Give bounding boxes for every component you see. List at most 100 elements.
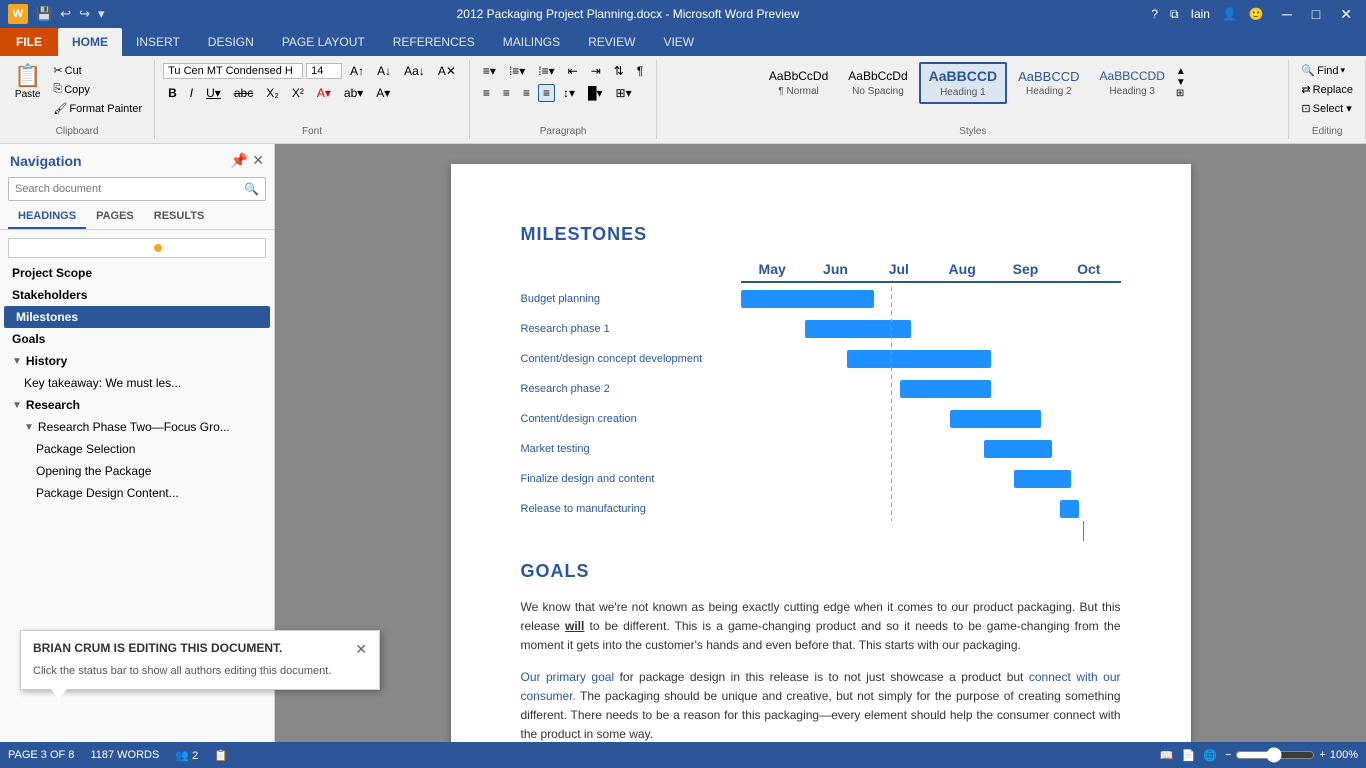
justify-button[interactable]: ≡ bbox=[538, 84, 555, 102]
borders-button[interactable]: ⊞▾ bbox=[611, 84, 637, 102]
styles-up-icon[interactable]: ▲ bbox=[1176, 66, 1186, 77]
nav-item-key-takeaway[interactable]: Key takeaway: We must les... bbox=[0, 372, 274, 394]
style-heading2[interactable]: AaBBCCD Heading 2 bbox=[1009, 64, 1088, 103]
view-mode-print-icon[interactable]: 📄 bbox=[1182, 749, 1196, 762]
highlight-button[interactable]: ab▾ bbox=[339, 84, 368, 102]
find-button[interactable]: 🔍 Find ▾ bbox=[1297, 62, 1349, 79]
clear-format-button[interactable]: A✕ bbox=[433, 62, 461, 80]
tab-home[interactable]: HOME bbox=[58, 28, 122, 56]
title-bar: W 💾 ↩ ↪ ▾ 2012 Packaging Project Plannin… bbox=[0, 0, 1366, 28]
styles-down-icon[interactable]: ▼ bbox=[1176, 77, 1186, 88]
align-right-button[interactable]: ≡ bbox=[518, 84, 535, 102]
goals-primary-goal-link[interactable]: Our primary goal bbox=[521, 670, 615, 684]
minimize-button[interactable]: ─ bbox=[1276, 4, 1298, 25]
nav-item-history[interactable]: ▼ History bbox=[0, 350, 274, 372]
nav-tab-headings[interactable]: HEADINGS bbox=[8, 205, 86, 229]
tab-file[interactable]: FILE bbox=[0, 28, 58, 56]
replace-button[interactable]: ⇄ Replace bbox=[1297, 81, 1357, 98]
style-heading3[interactable]: AaBBCCDD Heading 3 bbox=[1091, 64, 1174, 101]
style-normal[interactable]: AaBbCcDd ¶ Normal bbox=[760, 64, 837, 101]
italic-button[interactable]: I bbox=[185, 84, 198, 102]
nav-item-research-phase-two[interactable]: ▼ Research Phase Two—Focus Gro... bbox=[0, 416, 274, 438]
copy-button[interactable]: ⎘ Copy bbox=[49, 81, 146, 98]
research-phase-collapse-icon[interactable]: ▼ bbox=[24, 422, 34, 433]
show-marks-button[interactable]: ¶ bbox=[632, 62, 648, 80]
save-quick-icon[interactable]: 💾 bbox=[36, 6, 52, 22]
nav-close-icon[interactable]: ✕ bbox=[252, 152, 264, 169]
shading-button[interactable]: █▾ bbox=[583, 84, 608, 102]
restore-icon[interactable]: ⧉ bbox=[1170, 7, 1179, 22]
close-button[interactable]: ✕ bbox=[1334, 4, 1358, 25]
page-info[interactable]: PAGE 3 OF 8 bbox=[8, 749, 74, 761]
multilevel-button[interactable]: ⁞≡▾ bbox=[533, 62, 559, 80]
author-text: Click the status bar to show all authors… bbox=[33, 664, 367, 679]
cut-button[interactable]: ✂ Cut bbox=[49, 62, 146, 79]
zoom-slider[interactable] bbox=[1235, 747, 1315, 763]
strikethrough-button[interactable]: abc bbox=[229, 84, 258, 102]
superscript-button[interactable]: X² bbox=[287, 84, 309, 102]
redo-quick-icon[interactable]: ↪ bbox=[79, 6, 90, 22]
font-size-input[interactable] bbox=[306, 63, 342, 79]
select-button[interactable]: ⊡ Select ▾ bbox=[1297, 100, 1355, 117]
grow-font-button[interactable]: A↑ bbox=[345, 62, 369, 80]
nav-item-package-design[interactable]: Package Design Content... bbox=[0, 482, 274, 504]
format-painter-button[interactable]: 🖌 Format Painter bbox=[49, 100, 146, 117]
zoom-level[interactable]: 100% bbox=[1330, 749, 1358, 761]
tab-review[interactable]: REVIEW bbox=[574, 28, 649, 56]
subscript-button[interactable]: X₂ bbox=[261, 84, 284, 102]
bullets-button[interactable]: ≡▾ bbox=[478, 62, 501, 80]
style-no-spacing[interactable]: AaBbCcDd No Spacing bbox=[839, 64, 916, 101]
word-count[interactable]: 1187 WORDS bbox=[90, 749, 159, 761]
nav-search-input[interactable] bbox=[9, 179, 238, 199]
window-controls[interactable]: ─ □ ✕ bbox=[1276, 4, 1358, 25]
font-case-button[interactable]: Aa↓ bbox=[399, 62, 430, 80]
style-heading1[interactable]: AaBBCCD Heading 1 bbox=[919, 62, 1007, 104]
tab-view[interactable]: VIEW bbox=[649, 28, 708, 56]
nav-tab-results[interactable]: RESULTS bbox=[144, 205, 215, 229]
author-close-button[interactable]: ✕ bbox=[355, 641, 367, 658]
tab-references[interactable]: REFERENCES bbox=[379, 28, 489, 56]
nav-item-package-selection[interactable]: Package Selection bbox=[0, 438, 274, 460]
authors-icon[interactable]: 👥 2 bbox=[175, 749, 198, 762]
shrink-font-button[interactable]: A↓ bbox=[372, 62, 396, 80]
styles-scroll[interactable]: ▲ ▼ ⊞ bbox=[1176, 66, 1186, 99]
align-left-button[interactable]: ≡ bbox=[478, 84, 495, 102]
nav-item-project-scope[interactable]: Project Scope bbox=[0, 262, 274, 284]
nav-item-stakeholders[interactable]: Stakeholders bbox=[0, 284, 274, 306]
nav-item-opening-package[interactable]: Opening the Package bbox=[0, 460, 274, 482]
tab-mailings[interactable]: MAILINGS bbox=[489, 28, 574, 56]
zoom-out-icon[interactable]: − bbox=[1225, 749, 1231, 761]
undo-quick-icon[interactable]: ↩ bbox=[60, 6, 71, 22]
nav-item-milestones[interactable]: Milestones bbox=[4, 306, 270, 328]
history-collapse-icon[interactable]: ▼ bbox=[12, 356, 22, 367]
view-mode-read-icon[interactable]: 📖 bbox=[1160, 749, 1174, 762]
maximize-button[interactable]: □ bbox=[1306, 4, 1326, 25]
line-spacing-button[interactable]: ↕▾ bbox=[558, 84, 580, 102]
font-color-alt-button[interactable]: A▾ bbox=[371, 84, 395, 102]
zoom-in-icon[interactable]: + bbox=[1319, 749, 1325, 761]
nav-tab-pages[interactable]: PAGES bbox=[86, 205, 144, 229]
research-collapse-icon[interactable]: ▼ bbox=[12, 400, 22, 411]
sort-button[interactable]: ⇅ bbox=[609, 62, 629, 80]
decrease-indent-button[interactable]: ⇤ bbox=[563, 62, 583, 80]
font-name-input[interactable] bbox=[163, 63, 303, 79]
help-icon[interactable]: ? bbox=[1151, 7, 1158, 21]
track-changes-icon[interactable]: 📋 bbox=[214, 749, 228, 762]
nav-item-goals[interactable]: Goals bbox=[0, 328, 274, 350]
nav-pin-icon[interactable]: 📌 bbox=[231, 152, 248, 169]
user-name[interactable]: Iain bbox=[1191, 7, 1210, 21]
align-center-button[interactable]: ≡ bbox=[498, 84, 515, 102]
bold-button[interactable]: B bbox=[163, 84, 182, 102]
font-color-button[interactable]: A▾ bbox=[312, 84, 336, 102]
tab-insert[interactable]: INSERT bbox=[122, 28, 194, 56]
styles-more-icon[interactable]: ⊞ bbox=[1176, 88, 1186, 99]
nav-item-research[interactable]: ▼ Research bbox=[0, 394, 274, 416]
tab-page-layout[interactable]: PAGE LAYOUT bbox=[268, 28, 379, 56]
numbering-button[interactable]: ⁞≡▾ bbox=[504, 62, 530, 80]
paste-button[interactable]: 📋 Paste bbox=[8, 62, 47, 103]
view-mode-web-icon[interactable]: 🌐 bbox=[1203, 749, 1217, 762]
underline-button[interactable]: U▾ bbox=[201, 84, 226, 102]
increase-indent-button[interactable]: ⇥ bbox=[586, 62, 606, 80]
nav-search-icon[interactable]: 🔍 bbox=[238, 178, 265, 200]
tab-design[interactable]: DESIGN bbox=[194, 28, 268, 56]
